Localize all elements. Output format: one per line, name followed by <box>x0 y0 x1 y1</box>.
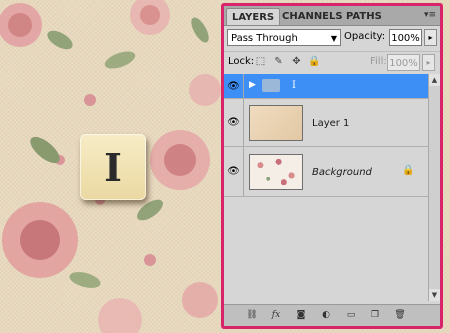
lock-icon: 🔒 <box>402 165 415 176</box>
layers-list: 👁 ▶ I 👁 Layer 1 👁 Background 🔒 <box>224 74 428 301</box>
panel-tabs: LAYERS CHANNELS PATHS ▾≡ <box>224 6 440 26</box>
chevron-down-icon: ▼ <box>330 34 337 43</box>
folder-icon <box>262 79 280 92</box>
blend-opacity-row: Pass Through ▼ Opacity: 100% ▸ <box>226 27 438 49</box>
panel-menu-icon[interactable]: ▾≡ <box>424 10 436 20</box>
blend-mode-select[interactable]: Pass Through ▼ <box>227 29 341 46</box>
fx-icon[interactable]: fx <box>268 308 284 323</box>
layer-thumbnail <box>249 154 303 190</box>
panel-footer: ⛓ fx ◙ ◐ ▭ ❐ 🗑 <box>224 304 440 326</box>
layer-name: Layer 1 <box>312 118 350 129</box>
opacity-slider-button[interactable]: ▸ <box>424 29 437 46</box>
fill-label: Fill: <box>370 56 387 67</box>
blend-mode-value: Pass Through <box>231 33 298 44</box>
layer-row-background[interactable]: 👁 Background 🔒 <box>224 147 428 197</box>
tile-letter: I <box>104 144 122 190</box>
visibility-eye-icon[interactable]: 👁 <box>224 147 244 196</box>
tab-paths[interactable]: PATHS <box>341 8 387 25</box>
tab-channels[interactable]: CHANNELS <box>277 8 348 25</box>
letter-tile: I <box>80 134 146 200</box>
link-icon[interactable]: ⛓ <box>244 308 260 323</box>
layers-scrollbar[interactable]: ▲ ▼ <box>428 74 440 301</box>
lock-label: Lock: <box>228 56 255 67</box>
adjustment-icon[interactable]: ◐ <box>318 308 334 323</box>
fill-slider-button[interactable]: ▸ <box>422 54 435 71</box>
lock-position-icon[interactable]: ✥ <box>290 55 303 68</box>
scroll-down-icon[interactable]: ▼ <box>429 289 440 301</box>
layer-row-group[interactable]: 👁 ▶ I <box>224 74 428 99</box>
visibility-eye-icon[interactable]: 👁 <box>224 99 244 146</box>
opacity-label: Opacity: <box>344 31 386 42</box>
lock-image-icon[interactable]: ✎ <box>272 55 285 68</box>
lock-all-icon[interactable]: 🔒 <box>308 55 321 68</box>
layer-name: Background <box>312 167 372 178</box>
trash-icon[interactable]: 🗑 <box>392 308 408 323</box>
layers-panel: LAYERS CHANNELS PATHS ▾≡ Pass Through ▼ … <box>221 3 443 329</box>
folder-icon[interactable]: ▭ <box>343 308 359 323</box>
layer-row-layer1[interactable]: 👁 Layer 1 <box>224 99 428 147</box>
visibility-eye-icon[interactable]: 👁 <box>224 74 244 98</box>
lock-fill-row: Lock: ⬚ ✎ ✥ 🔒 Fill: 100% ▸ <box>224 51 440 73</box>
layer-name: I <box>292 80 296 91</box>
opacity-field[interactable]: 100% <box>389 29 422 46</box>
lock-transparent-icon[interactable]: ⬚ <box>254 55 267 68</box>
scroll-up-icon[interactable]: ▲ <box>429 74 440 86</box>
expand-arrow-icon[interactable]: ▶ <box>249 80 256 90</box>
new-layer-icon[interactable]: ❐ <box>367 308 383 323</box>
layer-thumbnail <box>249 105 303 141</box>
fill-field[interactable]: 100% <box>387 54 420 71</box>
tab-layers[interactable]: LAYERS <box>226 8 281 25</box>
mask-icon[interactable]: ◙ <box>293 308 309 323</box>
